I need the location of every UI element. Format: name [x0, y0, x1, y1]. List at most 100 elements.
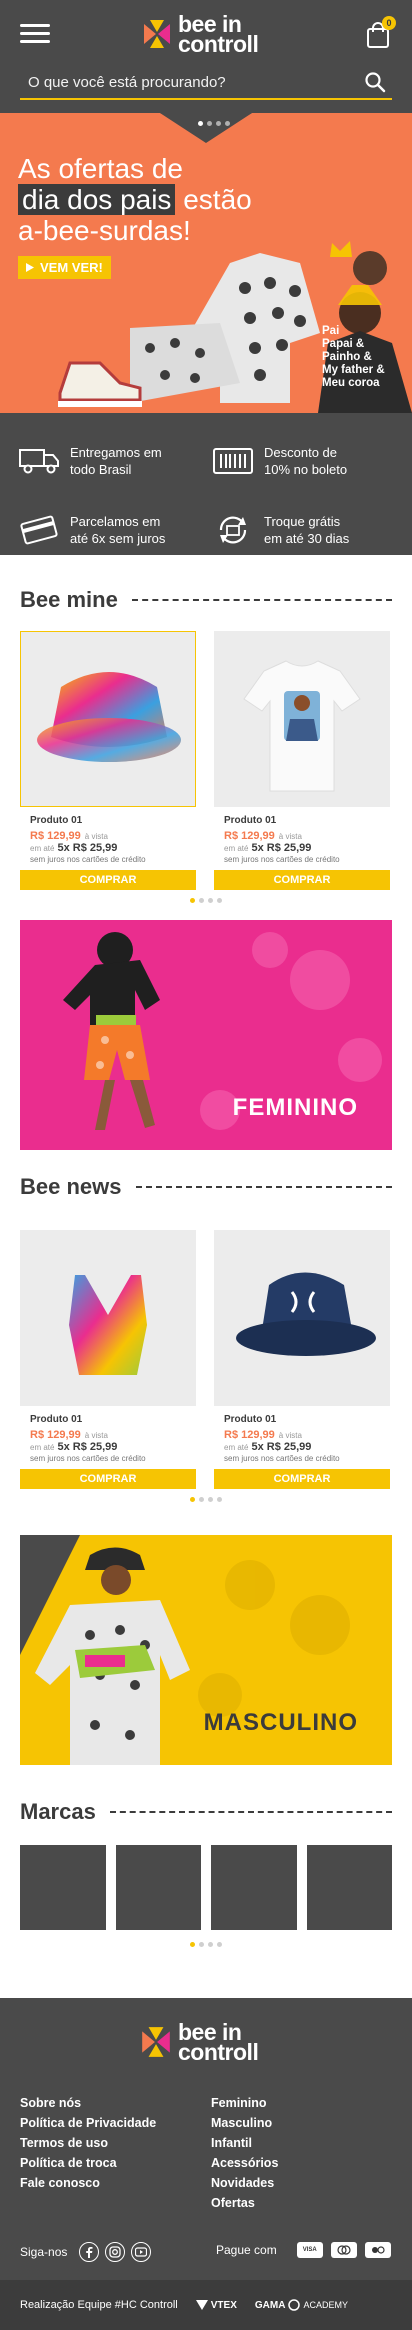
footer-link-masculino[interactable]: Masculino [211, 2116, 392, 2130]
hero-dot[interactable] [198, 121, 203, 126]
bee-news-pagination [0, 1489, 412, 1509]
brand-logo[interactable] [211, 1845, 297, 1930]
buy-button[interactable]: COMPRAR [20, 870, 196, 890]
hero-title: As ofertas de dia dos pais estão a-bee-s… [18, 153, 252, 246]
footer-link-contact[interactable]: Fale conosco [20, 2176, 201, 2190]
footer-link-about[interactable]: Sobre nós [20, 2096, 201, 2110]
product-card[interactable]: Produto 01 R$ 129,99 à vista em até 5x R$ … [20, 631, 196, 890]
brand-logo[interactable] [306, 1845, 392, 1930]
gama-academy-logo[interactable]: GAMA ACADEMY [255, 2299, 348, 2311]
carousel-dot[interactable] [208, 1941, 213, 1947]
bee-mine-pagination [0, 890, 412, 910]
product-price: R$ 129,99 à vista [224, 830, 302, 842]
bee-news-carousel: Produto 01 R$ 129,99 à vista em até 5x R$ … [0, 1230, 412, 1489]
credits-text: Realização Equipe #HC Controll [20, 2299, 178, 2311]
feature-delivery: Entregamos em todo Brasil [18, 435, 200, 486]
carousel-dot[interactable] [199, 1496, 204, 1502]
product-name: Produto 01 [30, 1414, 83, 1425]
carousel-dot[interactable] [217, 1496, 222, 1502]
cart-button[interactable]: 0 [366, 16, 396, 48]
product-price: R$ 129,99 à vista [30, 830, 108, 842]
carousel-dot[interactable] [208, 1496, 213, 1502]
product-price: R$ 129,99 à vista [30, 1429, 108, 1441]
hero-cta-button[interactable]: VEM VER! [18, 256, 111, 279]
product-name: Produto 01 [224, 1414, 277, 1425]
hero-dot[interactable] [207, 121, 212, 126]
product-card[interactable]: Produto 01 R$ 129,99 à vista em até 5x R$ … [20, 1230, 196, 1489]
section-bee-mine: Bee mine [0, 575, 412, 625]
footer-link-terms[interactable]: Termos de uso [20, 2136, 201, 2150]
search-bar [20, 66, 392, 100]
product-image[interactable] [20, 1230, 196, 1406]
footer: bee in controll Sobre nós Política de Pr… [0, 1998, 412, 2330]
vtex-logo[interactable]: VTEX [195, 2300, 237, 2311]
product-name: Produto 01 [224, 815, 277, 826]
brand-logo[interactable] [20, 1845, 106, 1930]
carousel-dot[interactable] [217, 1941, 222, 1947]
banner-feminino[interactable]: FEMININO [20, 920, 392, 1150]
barcode-icon [213, 447, 253, 474]
carousel-dot[interactable] [199, 897, 204, 903]
section-marcas: Marcas [0, 1787, 412, 1837]
hero-banner[interactable]: As ofertas de dia dos pais estão a-bee-s… [0, 113, 412, 413]
carousel-dot[interactable] [190, 1941, 195, 1947]
cart-badge: 0 [382, 16, 396, 30]
carousel-dot[interactable] [208, 897, 213, 903]
footer-link-privacy[interactable]: Política de Privacidade [20, 2116, 201, 2130]
bee-logo-icon [144, 20, 170, 48]
facebook-icon[interactable] [79, 2242, 100, 2262]
visa-icon: VISA [296, 2242, 323, 2258]
footer-link-feminino[interactable]: Feminino [211, 2096, 392, 2110]
product-card[interactable]: Produto 01 R$ 129,99 à vista em até 5x R$ … [214, 1230, 390, 1489]
feature-returns: Troque grátis em até 30 dias [212, 504, 394, 555]
footer-link-infantil[interactable]: Infantil [211, 2136, 392, 2150]
features-strip: Entregamos em todo Brasil Desconto de 10% … [0, 413, 412, 555]
hero-pagination [198, 121, 230, 126]
product-image[interactable] [20, 631, 196, 807]
instagram-icon[interactable] [105, 2242, 126, 2262]
youtube-icon[interactable] [131, 2242, 152, 2262]
buy-button[interactable]: COMPRAR [214, 870, 390, 890]
hero-dot[interactable] [225, 121, 230, 126]
product-price: R$ 129,99 à vista [224, 1429, 302, 1441]
product-name: Produto 01 [30, 815, 83, 826]
carousel-dot[interactable] [199, 1941, 204, 1947]
brand-logo[interactable] [115, 1845, 201, 1930]
search-icon[interactable] [364, 71, 386, 93]
pay-with-label: Pague com [216, 2243, 277, 2257]
carousel-dot[interactable] [190, 1496, 195, 1502]
product-installment-note: sem juros nos cartões de crédito [30, 1454, 146, 1463]
logo-text: bee in controll [178, 11, 259, 57]
feature-installments: Parcelamos em até 6x sem juros [18, 504, 200, 555]
footer-link-exchange[interactable]: Política de troca [20, 2156, 201, 2170]
hero-title-highlight: dia dos pais [18, 184, 176, 215]
footer-logo[interactable]: bee in controll [140, 2021, 259, 2064]
banner-label: FEMININO [232, 1094, 358, 1121]
footer-link-ofertas[interactable]: Ofertas [211, 2196, 392, 2210]
footer-link-acessorios[interactable]: Acessórios [211, 2156, 392, 2170]
hero-dot[interactable] [216, 121, 221, 126]
product-installment-note: sem juros nos cartões de crédito [224, 855, 340, 864]
buy-button[interactable]: COMPRAR [20, 1469, 196, 1489]
product-card[interactable]: Produto 01 R$ 129,99 à vista em até 5x R$ … [214, 631, 390, 890]
product-installment: em até 5x R$ 25,99 [224, 842, 312, 854]
section-bee-news: Bee news [0, 1162, 412, 1212]
product-image[interactable] [214, 1230, 390, 1406]
footer-link-novidades[interactable]: Novidades [211, 2176, 392, 2190]
bee-logo-icon [142, 2027, 170, 2057]
banner-masculino[interactable]: MASCULINO [20, 1535, 392, 1765]
carousel-dot[interactable] [190, 897, 195, 903]
search-input[interactable] [20, 73, 364, 91]
carousel-dot[interactable] [217, 897, 222, 903]
brands-carousel [0, 1845, 412, 1930]
buy-button[interactable]: COMPRAR [214, 1469, 390, 1489]
follow-label: Siga-nos [20, 2245, 68, 2259]
menu-icon[interactable] [20, 24, 50, 44]
feature-boleto: Desconto de 10% no boleto [212, 435, 394, 486]
return-icon [219, 516, 247, 543]
logo[interactable]: bee in controll [142, 11, 259, 57]
header: bee in controll 0 [0, 0, 412, 113]
product-installment-note: sem juros nos cartões de crédito [224, 1454, 340, 1463]
product-image[interactable] [214, 631, 390, 807]
footer-links: Sobre nós Política de Privacidade Termos… [20, 2096, 392, 2210]
